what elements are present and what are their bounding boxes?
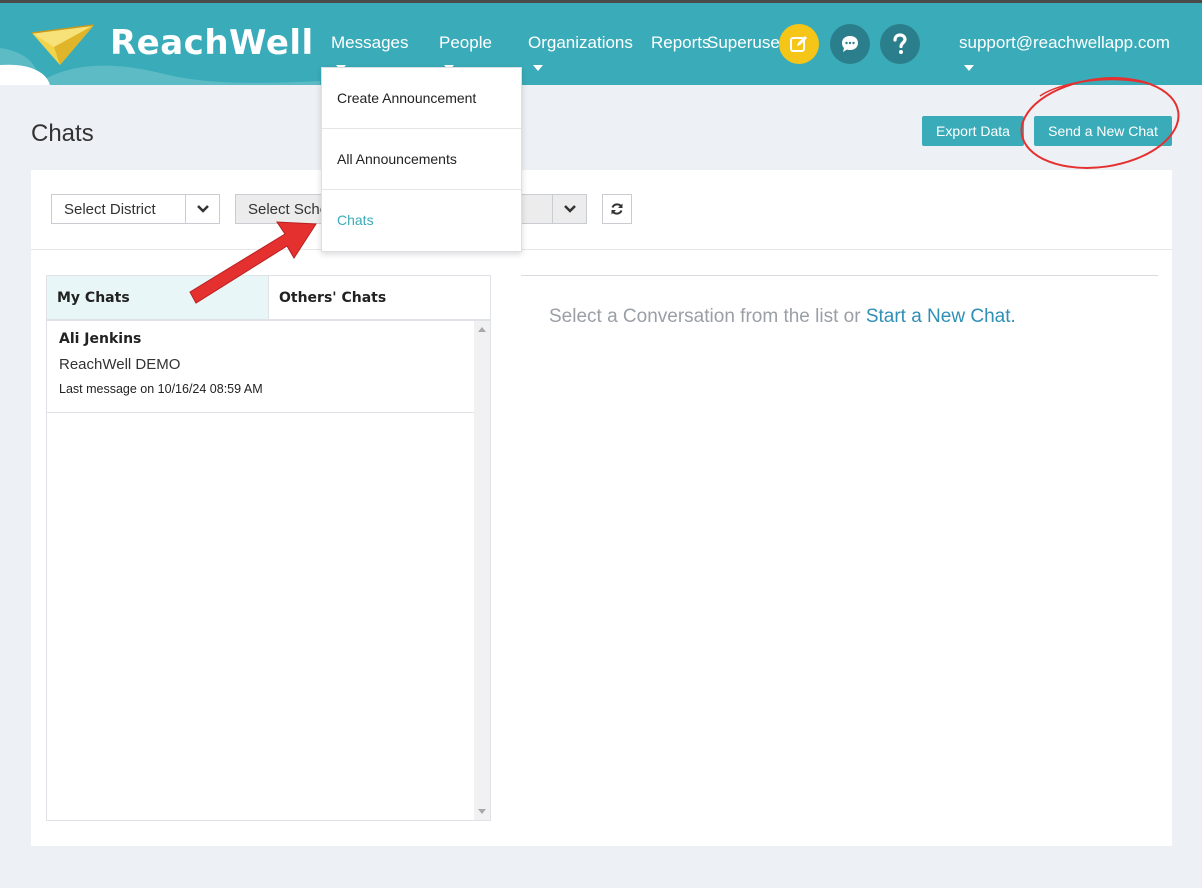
chat-bubble-icon (842, 36, 858, 52)
send-new-chat-button[interactable]: Send a New Chat (1034, 116, 1172, 146)
district-select-value: Select District (64, 200, 156, 218)
compose-button[interactable] (779, 24, 819, 64)
conversation-divider (521, 275, 1158, 276)
refresh-icon (611, 203, 623, 215)
chat-tabs: My Chats Others' Chats (46, 275, 491, 320)
nav-superuser[interactable]: Superuser (707, 33, 785, 53)
chevron-down-icon (964, 65, 974, 71)
conversation-placeholder: Select a Conversation from the list or S… (549, 306, 1016, 328)
refresh-button[interactable] (602, 194, 632, 224)
nav-messages[interactable]: Messages (331, 33, 408, 53)
help-icon (893, 33, 907, 54)
export-data-button[interactable]: Export Data (922, 116, 1024, 146)
scroll-down-icon[interactable] (478, 809, 486, 814)
chevron-down-icon (533, 65, 543, 71)
paper-plane-logo-icon (31, 24, 95, 65)
school-select-value: Select Scho (248, 200, 329, 218)
conversation-prompt: Select a Conversation from the list or (549, 306, 866, 327)
menu-item-create-announcement[interactable]: Create Announcement (322, 68, 521, 129)
page-title: Chats (31, 120, 94, 147)
district-select[interactable]: Select District (51, 194, 220, 224)
chat-contact-name: Ali Jenkins (59, 331, 142, 347)
chevron-down-icon (185, 195, 219, 223)
messages-dropdown-menu: Create Announcement All Announcements Ch… (321, 67, 522, 252)
app-header: ReachWell Messages People Organizations … (0, 3, 1202, 85)
list-item[interactable]: Ali Jenkins ReachWell DEMO Last message … (47, 321, 474, 413)
menu-item-all-announcements[interactable]: All Announcements (322, 129, 521, 190)
chat-button[interactable] (830, 24, 870, 64)
menu-item-chats[interactable]: Chats (322, 190, 521, 250)
nav-people[interactable]: People (439, 33, 492, 53)
chat-last-message: Last message on 10/16/24 08:59 AM (59, 382, 263, 396)
chat-list-scrollbar[interactable] (474, 321, 490, 820)
nav-organizations[interactable]: Organizations (528, 33, 633, 53)
user-menu[interactable]: support@reachwellapp.com (959, 33, 1170, 53)
tab-others-chats[interactable]: Others' Chats (269, 276, 490, 319)
start-new-chat-link[interactable]: Start a New Chat. (866, 306, 1016, 327)
nav-reports[interactable]: Reports (651, 33, 711, 53)
compose-icon (790, 36, 807, 52)
chat-list[interactable]: Ali Jenkins ReachWell DEMO Last message … (46, 320, 491, 821)
chat-organization: ReachWell DEMO (59, 356, 181, 373)
filter-divider (31, 249, 1172, 250)
brand-name[interactable]: ReachWell (110, 23, 314, 63)
help-button[interactable] (880, 24, 920, 64)
scroll-up-icon[interactable] (478, 327, 486, 332)
chats-panel: Select District Select Scho My Chats Oth… (31, 170, 1172, 846)
tab-my-chats[interactable]: My Chats (47, 276, 269, 319)
chevron-down-icon (552, 195, 586, 223)
